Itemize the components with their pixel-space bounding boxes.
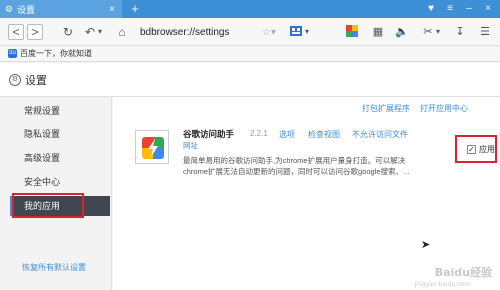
sound-icon[interactable]: 🔈	[394, 24, 410, 40]
skin-icon[interactable]: ♥	[422, 1, 440, 17]
main-menu-icon[interactable]: ☰	[477, 24, 493, 40]
extension-description-line1: 最简单易用的谷歌访问助手,为chrome扩展用户量身打造。可以解决	[183, 156, 406, 165]
main-panel	[113, 97, 500, 290]
page-title: 设置	[25, 74, 47, 87]
annotation-highlight-enable	[455, 135, 497, 163]
extension-name: 谷歌访问助手	[183, 129, 235, 139]
gear-icon: ⚙	[4, 3, 14, 14]
close-window-button[interactable]: ×	[479, 1, 497, 17]
download-icon[interactable]: ↧	[452, 24, 468, 40]
mouse-cursor-icon: ➤	[421, 239, 431, 251]
sidebar-item-privacy[interactable]: 隐私设置	[10, 124, 106, 144]
watermark-url: jingyan.baidu.com	[414, 281, 470, 288]
sidebar-item-security[interactable]: 安全中心	[10, 172, 106, 192]
new-tab-button[interactable]: +	[127, 0, 143, 18]
extension-file-access-link[interactable]: 不允许访问文件	[352, 129, 408, 140]
minimize-button[interactable]: –	[460, 1, 478, 17]
bookmark-item[interactable]: du 百度一下，你就知道	[8, 48, 92, 59]
tab-close-button[interactable]: ×	[106, 4, 118, 15]
home-icon[interactable]: ⌂	[114, 24, 130, 40]
tab-settings[interactable]: ⚙ 设置 ×	[0, 0, 122, 18]
star-icon[interactable]: ☆▾	[262, 25, 276, 41]
forward-button[interactable]: >	[27, 24, 43, 40]
screenshot-menu-icon[interactable]: ▾	[434, 24, 442, 40]
reset-defaults-link[interactable]: 恢复所有默认设置	[22, 262, 86, 273]
menu-icon[interactable]: ≡	[441, 1, 459, 17]
extension-options-link[interactable]: 选项	[279, 129, 295, 140]
sidebar-item-advanced[interactable]: 高级设置	[10, 148, 106, 168]
app-store-icon[interactable]	[344, 24, 360, 40]
extension-version: 2.2.1	[250, 129, 268, 138]
qr-icon[interactable]	[288, 24, 304, 40]
annotation-highlight-my-apps	[12, 193, 84, 218]
settings-gear-icon: ⚙	[9, 73, 21, 86]
tab-title: 设置	[17, 4, 36, 15]
tab-bar: ⚙ 设置 × + ♥ ≡ – ×	[0, 0, 500, 18]
extension-icon	[135, 130, 169, 164]
sidebar-item-general[interactable]: 常规设置	[10, 101, 106, 121]
page-header: ⚙ 设置	[0, 63, 500, 97]
qr-menu-icon[interactable]: ▾	[303, 24, 311, 40]
pack-extension-link[interactable]: 打包扩展程序	[362, 103, 410, 114]
back-button[interactable]: <	[8, 24, 24, 40]
baidu-paw-icon: du	[8, 49, 17, 58]
extensions-grid-icon[interactable]: ▦	[370, 24, 386, 40]
watermark-logo: Baidu经验	[434, 266, 492, 279]
extension-inspect-link[interactable]: 检查视图	[308, 129, 340, 140]
extension-site-link[interactable]: 网址	[183, 140, 198, 151]
toolbar: < > ↻ ↶ ▾ ⌂ bdbrowser://settings ☆▾ ▾ ▦ …	[0, 18, 500, 46]
open-app-center-link[interactable]: 打开应用中心	[420, 103, 468, 114]
bookmarks-bar: du 百度一下，你就知道	[0, 46, 500, 62]
bookmark-label: 百度一下，你就知道	[20, 49, 92, 58]
extension-description-line2: chrome扩展无法自动更新的问题，同时可以访问谷歌google搜索、...	[183, 167, 410, 176]
undo-menu-icon[interactable]: ▾	[96, 24, 104, 40]
reload-icon[interactable]: ↻	[60, 24, 76, 40]
